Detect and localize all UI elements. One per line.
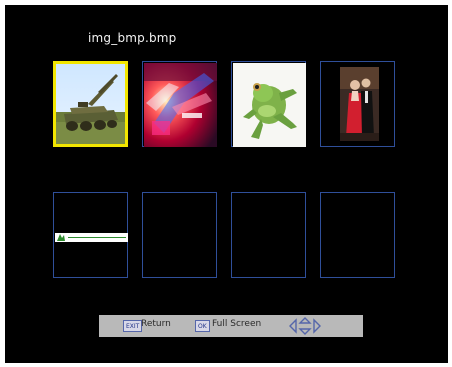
footer-help-bar: EXIT Return OK Full Screen (99, 315, 363, 337)
couple-portrait-image-icon (340, 67, 379, 141)
image-browser-screen: img_bmp.bmp EXIT Return OK Full Screen (5, 5, 448, 363)
banner-text-image-icon (55, 233, 128, 242)
thumbnail-cell-6[interactable] (142, 192, 217, 278)
thumbnail-cell-7[interactable] (231, 192, 306, 278)
navigation-arrows-icon (288, 317, 322, 335)
fullscreen-label: Full Screen (212, 319, 262, 329)
tank-image-icon (56, 64, 125, 144)
thumbnail-grid (5, 5, 448, 363)
thumbnail-cell-4[interactable] (320, 61, 395, 147)
thumbnail-cell-3[interactable] (231, 61, 306, 147)
thumbnail-cell-2[interactable] (142, 61, 217, 147)
exit-key-icon: EXIT (123, 320, 143, 332)
abstract-colorful-image-icon (144, 63, 217, 147)
return-label: Return (141, 319, 171, 329)
thumbnail-cell-5[interactable] (53, 192, 128, 278)
ok-key-icon: OK (195, 320, 210, 332)
frog-image-icon (233, 63, 306, 147)
thumbnail-cell-8[interactable] (320, 192, 395, 278)
thumbnail-cell-1[interactable] (53, 61, 128, 147)
